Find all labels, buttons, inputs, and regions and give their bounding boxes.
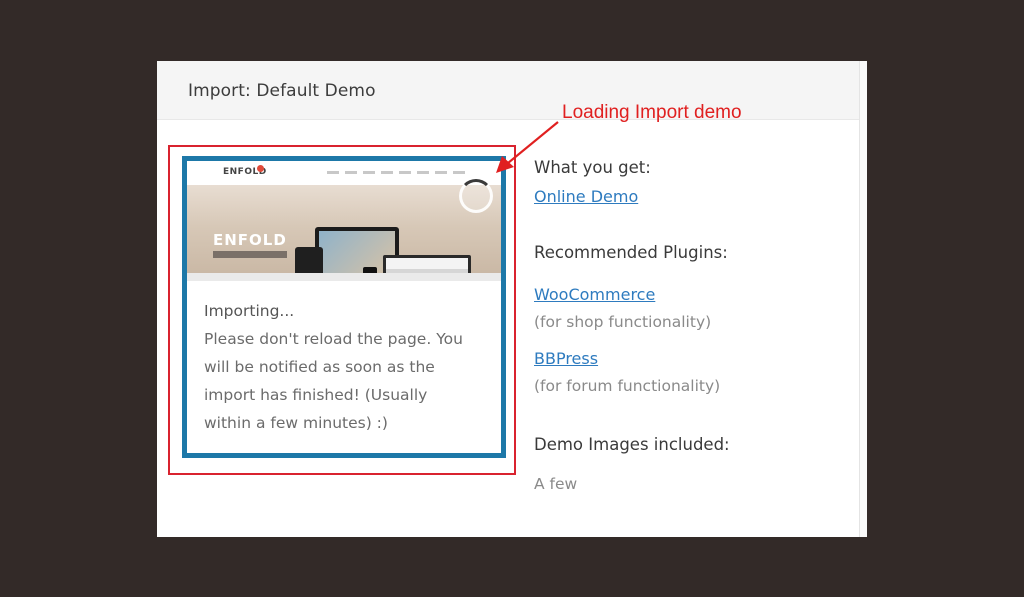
online-demo-link[interactable]: Online Demo (534, 187, 638, 206)
panel-header: Import: Default Demo (157, 61, 860, 120)
scrollbar[interactable] (859, 61, 867, 537)
what-you-get-heading: What you get: (534, 158, 651, 177)
woocommerce-note: (for shop functionality) (534, 313, 712, 331)
bbpress-link[interactable]: BBPress (534, 349, 598, 368)
bbpress-note: (for forum functionality) (534, 377, 721, 395)
recommended-plugins-heading: Recommended Plugins: (534, 243, 728, 262)
panel-title: Import: Default Demo (188, 81, 376, 101)
annotation-highlight-box (168, 145, 516, 475)
demo-images-heading: Demo Images included: (534, 435, 730, 454)
woocommerce-link[interactable]: WooCommerce (534, 285, 655, 304)
demo-images-value: A few (534, 475, 578, 493)
annotation-label: Loading Import demo (562, 102, 742, 123)
